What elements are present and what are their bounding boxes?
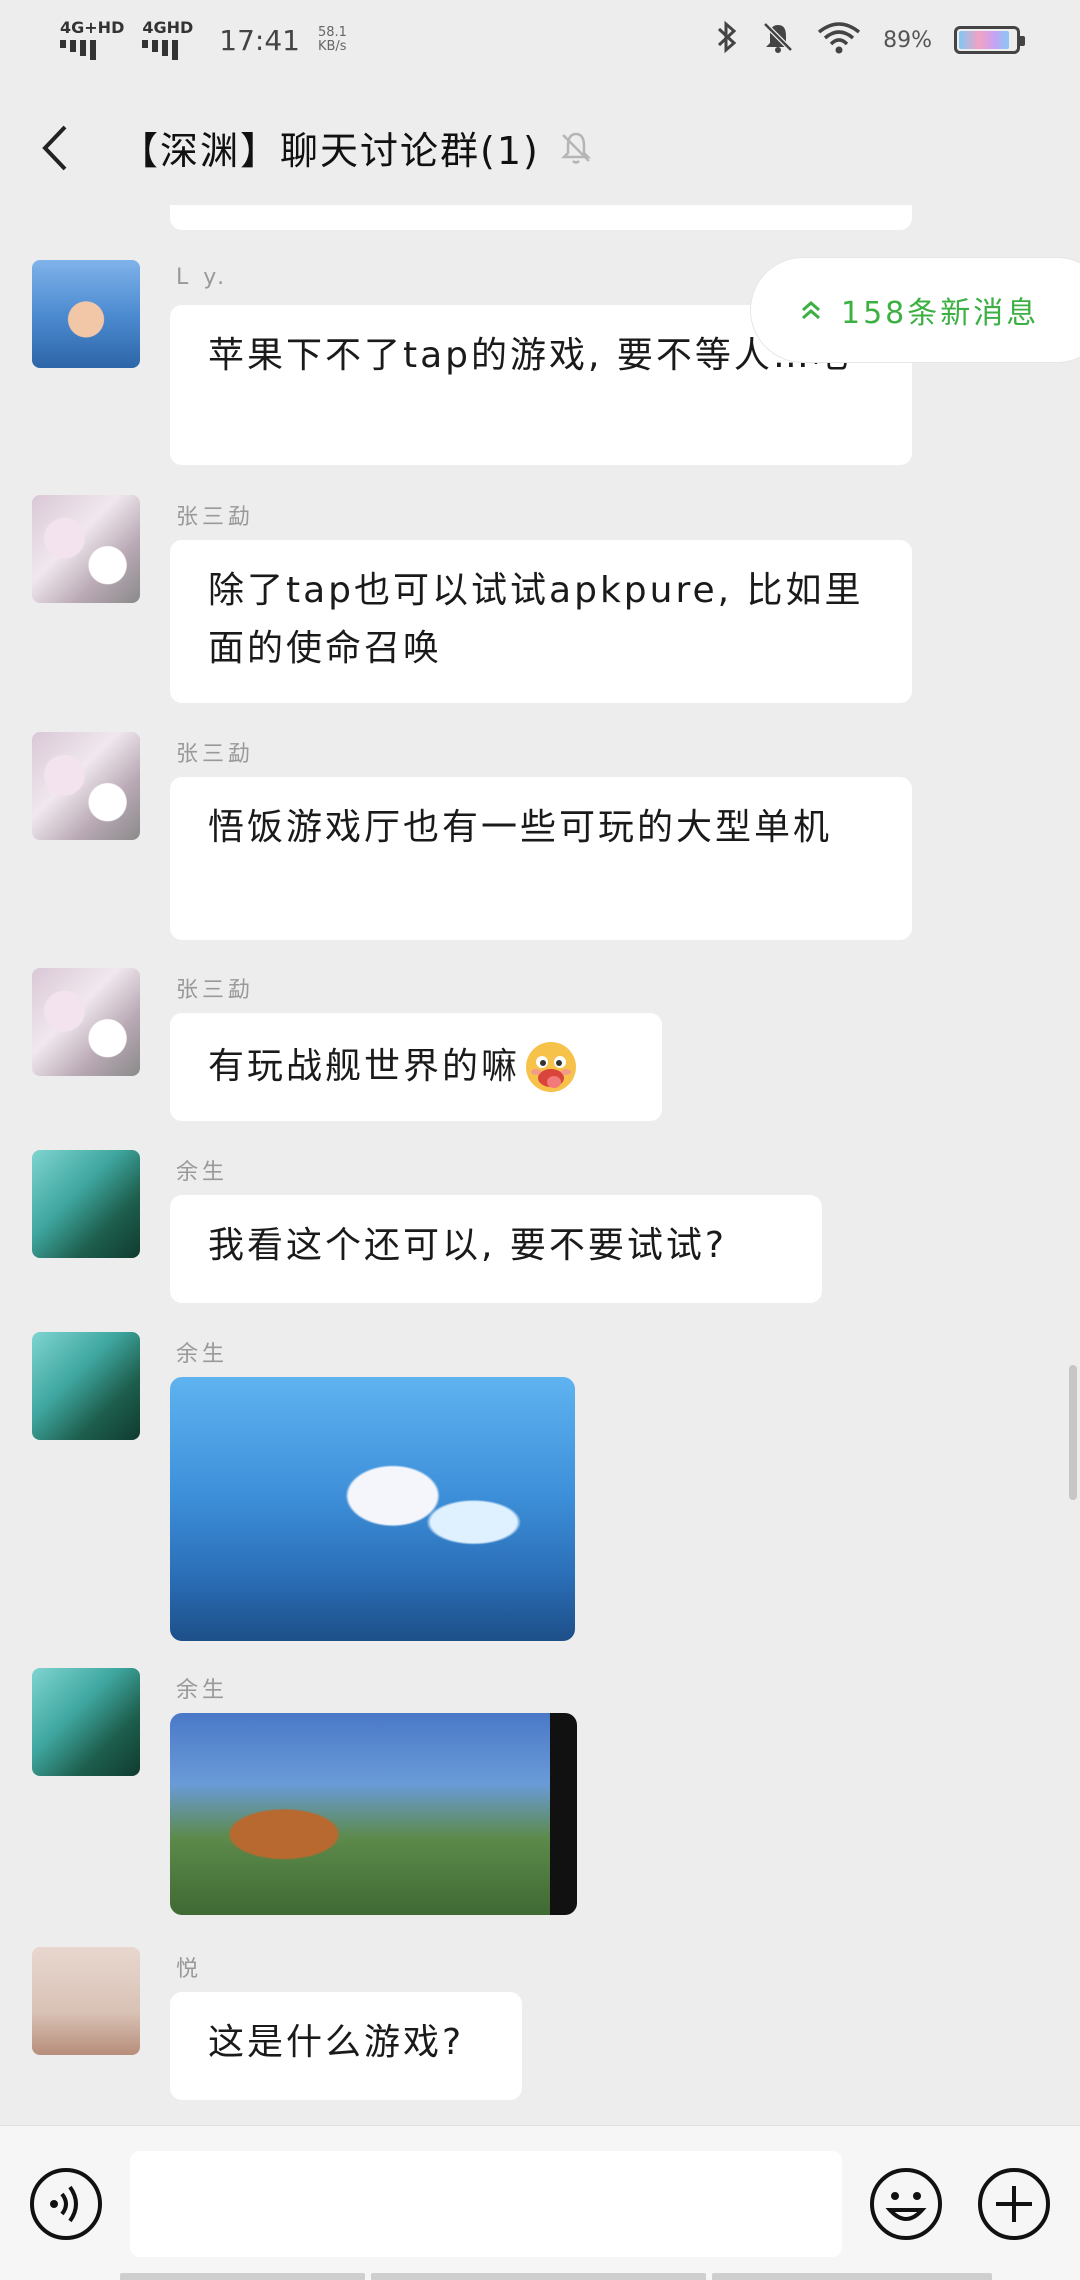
avatar[interactable] <box>32 1332 140 1440</box>
mute-notification-icon <box>558 129 596 167</box>
game-screenshot-image[interactable] <box>170 1713 577 1915</box>
input-bar <box>0 2125 1080 2280</box>
emoji-button[interactable] <box>868 2166 944 2242</box>
network-speed: 58.1 KB/s <box>317 24 358 55</box>
message-text: 有玩战舰世界的嘛 <box>208 1046 521 1087</box>
status-bar: 4G+HD 4GHD 17:41 58.1 KB/s 89% <box>0 0 1080 80</box>
network-type-2: 4GHD <box>142 18 194 37</box>
chat-title[interactable]: 【深渊】聊天讨论群(1) <box>120 120 540 175</box>
bell-off-icon <box>761 20 795 61</box>
message-list[interactable]: L y. 苹果下不了tap的游戏, 要不等人…吧 张三勐 除了tap也可以试试a… <box>0 205 1080 2125</box>
message-bubble[interactable]: 这是什么游戏? <box>170 1992 522 2100</box>
back-button[interactable] <box>30 118 80 178</box>
sender-name: L y. <box>176 265 229 290</box>
battery-fill <box>959 31 1009 49</box>
avatar[interactable] <box>32 1947 140 2055</box>
message-bubble[interactable]: 有玩战舰世界的嘛 <box>170 1013 662 1121</box>
avatar[interactable] <box>32 968 140 1076</box>
sender-name: 张三勐 <box>176 978 255 1003</box>
message-bubble[interactable]: 除了tap也可以试试apkpure, 比如里面的使命召唤 <box>170 540 912 703</box>
avatar[interactable] <box>32 1150 140 1258</box>
speed-value: 58.1 <box>317 24 347 40</box>
voice-button[interactable] <box>28 2166 104 2242</box>
avatar[interactable] <box>32 732 140 840</box>
sender-name: 余生 <box>176 1342 229 1367</box>
network-type-1: 4G+HD <box>60 18 125 37</box>
voice-icon <box>30 2168 102 2240</box>
battery-icon <box>954 26 1025 54</box>
speed-unit: KB/s <box>317 39 347 54</box>
status-time: 17:41 <box>219 23 300 57</box>
avatar[interactable] <box>32 495 140 603</box>
message-bubble[interactable]: 悟饭游戏厅也有一些可玩的大型单机 <box>170 777 912 940</box>
chevron-left-icon <box>42 125 67 170</box>
avatar[interactable] <box>32 1668 140 1776</box>
signal-2: 4GHD <box>142 20 193 60</box>
keyboard-suggestion-strip <box>120 2273 992 2280</box>
signal-1: 4G+HD <box>60 20 124 60</box>
avatar[interactable] <box>32 260 140 368</box>
double-chevron-up-icon <box>799 298 823 322</box>
battery-percent: 89% <box>883 27 932 53</box>
chat-header: 【深渊】聊天讨论群(1) <box>0 90 1080 205</box>
sender-name: 余生 <box>176 1678 229 1703</box>
bluetooth-icon <box>715 20 739 61</box>
sender-name: 张三勐 <box>176 742 255 767</box>
sender-name: 悦 <box>176 1957 203 1982</box>
game-screenshot-image[interactable] <box>170 1377 575 1641</box>
new-messages-label: 158条新消息 <box>841 296 1040 331</box>
status-left: 4G+HD 4GHD 17:41 58.1 KB/s <box>60 20 358 60</box>
more-button[interactable] <box>976 2166 1052 2242</box>
message-bubble-partial <box>170 205 912 230</box>
smiley-icon <box>870 2168 942 2240</box>
plus-icon <box>978 2168 1050 2240</box>
sender-name: 张三勐 <box>176 505 255 530</box>
scrollbar[interactable] <box>1069 1365 1077 1500</box>
emoji-tongue-icon <box>524 1040 578 1094</box>
signal-bars-icon <box>60 40 96 60</box>
status-right: 89% <box>715 20 1025 61</box>
signal-bars-icon <box>142 40 179 60</box>
message-input[interactable] <box>130 2151 842 2257</box>
sender-name: 余生 <box>176 1160 229 1185</box>
wifi-icon <box>817 20 861 61</box>
message-bubble[interactable]: 我看这个还可以, 要不要试试? <box>170 1195 822 1303</box>
new-messages-button[interactable]: 158条新消息 <box>750 257 1080 363</box>
